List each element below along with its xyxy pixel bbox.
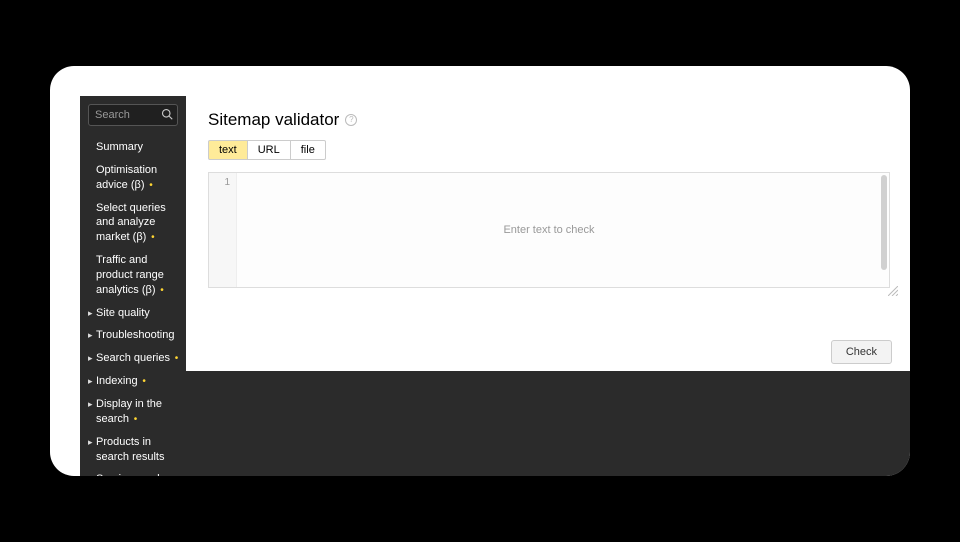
main-panel: Sitemap validator ? textURLfile 1 Enter … <box>186 96 910 371</box>
tab-url[interactable]: URL <box>247 140 291 160</box>
sidebar-item-0[interactable]: ▸Summary <box>88 136 186 159</box>
caret-right-icon: ▸ <box>88 351 96 365</box>
sidebar-item-label: Display in the search • <box>96 397 182 427</box>
sidebar-item-label: Indexing • <box>96 374 182 389</box>
status-dot-icon: • <box>147 180 153 191</box>
search-wrap <box>88 104 178 126</box>
content: Sitemap validator ? textURLfile 1 Enter … <box>186 96 910 476</box>
caret-right-icon: ▸ <box>88 472 96 476</box>
sidebar-item-label: Troubleshooting <box>96 328 182 343</box>
sidebar-item-label: Traffic and product range analytics (β) … <box>96 253 182 298</box>
status-dot-icon: • <box>172 353 178 364</box>
status-dot-icon: • <box>148 232 154 243</box>
sidebar-item-9[interactable]: ▸Products in search results <box>88 431 186 469</box>
search-icon <box>161 108 173 120</box>
sidebar-item-6[interactable]: ▸Search queries • <box>88 347 186 370</box>
sidebar-item-label: Search queries • <box>96 351 182 366</box>
sidebar-item-8[interactable]: ▸Display in the search • <box>88 393 186 431</box>
caret-right-icon: ▸ <box>88 374 96 388</box>
sidebar-item-1[interactable]: ▸Optimisation advice (β) • <box>88 159 186 197</box>
sidebar-item-2[interactable]: ▸Select queries and analyze market (β) • <box>88 197 186 250</box>
page-title: Sitemap validator <box>208 110 339 130</box>
sidebar-item-7[interactable]: ▸Indexing • <box>88 370 186 393</box>
sidebar-item-5[interactable]: ▸Troubleshooting <box>88 324 186 347</box>
sidebar-item-3[interactable]: ▸Traffic and product range analytics (β)… <box>88 249 186 302</box>
check-button[interactable]: Check <box>831 340 892 364</box>
info-icon[interactable]: ? <box>345 114 357 126</box>
caret-right-icon: ▸ <box>88 397 96 411</box>
editor[interactable]: 1 Enter text to check <box>208 172 890 288</box>
caret-right-icon: ▸ <box>88 328 96 342</box>
editor-placeholder: Enter text to check <box>503 224 594 236</box>
sidebar-item-10[interactable]: ▸Services and offers in search results • <box>88 468 186 476</box>
sidebar: ▸Summary▸Optimisation advice (β) •▸Selec… <box>80 96 186 476</box>
scrollbar[interactable] <box>881 175 887 270</box>
tabs: textURLfile <box>208 140 890 160</box>
status-dot-icon: • <box>158 285 164 296</box>
sidebar-item-label: Select queries and analyze market (β) • <box>96 201 182 246</box>
sidebar-item-label: Site quality <box>96 306 182 321</box>
sidebar-item-label: Summary <box>96 140 182 155</box>
caret-right-icon: ▸ <box>88 306 96 320</box>
sidebar-item-label: Optimisation advice (β) • <box>96 163 182 193</box>
tab-file[interactable]: file <box>290 140 326 160</box>
sidebar-item-4[interactable]: ▸Site quality <box>88 302 186 325</box>
sidebar-item-label: Services and offers in search results • <box>96 472 182 476</box>
sidebar-item-label: Products in search results <box>96 435 182 465</box>
status-dot-icon: • <box>140 376 146 387</box>
tab-text[interactable]: text <box>208 140 248 160</box>
status-dot-icon: • <box>131 414 137 425</box>
editor-gutter: 1 <box>209 173 237 287</box>
caret-right-icon: ▸ <box>88 435 96 449</box>
